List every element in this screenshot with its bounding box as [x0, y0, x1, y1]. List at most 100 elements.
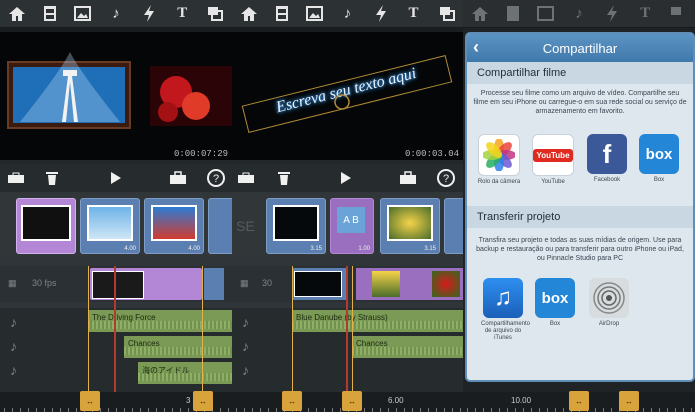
ruler-tick [675, 408, 676, 412]
music-note-icon: ♪ [10, 338, 17, 354]
music-icon[interactable]: ♪ [104, 3, 128, 25]
ruler-tick [188, 408, 189, 412]
ruler-tick [28, 408, 29, 412]
ruler-tick [412, 408, 413, 412]
audio-clip[interactable]: Chances [352, 336, 463, 358]
ruler-tick [276, 408, 277, 412]
toolbar-top: ♪ T [0, 0, 232, 28]
effects-icon[interactable] [369, 3, 393, 25]
play-icon[interactable] [106, 168, 126, 188]
title-thumbnail [294, 271, 342, 297]
trim-handle-left[interactable]: ↔ [282, 391, 302, 411]
transfer-box-button[interactable]: box Box [533, 278, 577, 328]
clip[interactable]: 4.00 [80, 198, 140, 254]
transfer-itunes-button[interactable]: ♫ Compartilhamento de arquivo do iTunes [481, 278, 530, 342]
clip[interactable]: 4.00 [144, 198, 204, 254]
transfer-airdrop-button[interactable]: AirDrop [587, 278, 631, 328]
toolbox-icon[interactable] [236, 168, 256, 188]
clip-thumbnail [21, 205, 71, 241]
toolbar-top: ♪ T [232, 0, 463, 28]
film-icon[interactable] [38, 3, 62, 25]
ruler-tick [531, 408, 532, 412]
clip-thumbnail [151, 205, 197, 241]
trash-icon[interactable] [42, 168, 62, 188]
trash-icon[interactable] [274, 168, 294, 188]
ruler-tick [164, 408, 165, 412]
ruler-tick [180, 408, 181, 412]
clip-duration: 3.15 [424, 246, 436, 252]
ruler-tick [444, 408, 445, 412]
trim-handle-right[interactable]: ↔ [193, 391, 213, 411]
overlay-icon[interactable] [435, 3, 459, 25]
ruler-tick [252, 408, 253, 412]
ruler-tick [52, 408, 53, 412]
home-icon[interactable] [5, 3, 29, 25]
ruler-label: 6.00 [388, 396, 404, 405]
edit-toolbar: ? [0, 164, 232, 192]
trim-handle-left[interactable]: ↔ [80, 391, 100, 411]
rotate-handle-icon[interactable] [332, 92, 352, 112]
title-icon[interactable]: T [402, 3, 426, 25]
ruler-tick [44, 408, 45, 412]
airdrop-icon [589, 278, 629, 318]
share-youtube-button[interactable]: YouTube YouTube [531, 134, 575, 186]
play-icon[interactable] [336, 168, 356, 188]
share-facebook-button[interactable]: f Facebook [585, 134, 629, 184]
clip[interactable]: 3.15 [380, 198, 440, 254]
playhead[interactable] [114, 266, 116, 392]
audio-title: The Driving Force [92, 313, 156, 322]
overlay-clip[interactable] [204, 268, 224, 300]
audio-clip[interactable]: 海のアイドル [138, 362, 232, 384]
facebook-logo-text: f [602, 138, 612, 169]
briefcase-icon[interactable] [398, 168, 418, 188]
ruler-label: 10.00 [511, 396, 532, 405]
ruler-tick [316, 408, 317, 412]
help-icon[interactable]: ? [206, 168, 226, 188]
ruler-tick [228, 408, 229, 412]
clip[interactable] [208, 198, 232, 254]
share-camera-roll-button[interactable]: Rolo da câmera [477, 134, 521, 186]
ruler-tick [116, 408, 117, 412]
overlay-clip[interactable] [90, 268, 202, 300]
ruler-tick [260, 408, 261, 412]
ruler-tick [667, 408, 668, 412]
audio-clip[interactable]: Blue Danube (by Strauss) [292, 310, 463, 332]
trim-handle-right[interactable]: ↔ [342, 391, 362, 411]
overlay-icon[interactable] [203, 3, 227, 25]
transition-clip[interactable]: A B 1.00 [330, 198, 374, 254]
clip-selected[interactable]: 3.15 [266, 198, 326, 254]
audio-title: Chances [356, 339, 388, 348]
audio-clip[interactable]: The Driving Force [88, 310, 232, 332]
effects-icon[interactable] [137, 3, 161, 25]
ruler-tick [132, 408, 133, 412]
ruler-tick [460, 408, 461, 412]
trim-line [352, 266, 353, 392]
briefcase-icon[interactable] [168, 168, 188, 188]
transition-label: A B [337, 207, 365, 233]
film-icon[interactable] [270, 3, 294, 25]
toolbox-icon[interactable] [6, 168, 26, 188]
overlay-icon [666, 3, 690, 25]
ruler-tick [611, 408, 612, 412]
photo-icon[interactable] [71, 3, 95, 25]
overlay-clip[interactable] [356, 268, 463, 300]
ruler-tick [148, 408, 149, 412]
video-track: 4.00 4.00 [0, 194, 232, 256]
home-icon[interactable] [237, 3, 261, 25]
photo-icon[interactable] [303, 3, 327, 25]
clip-selected[interactable] [16, 198, 76, 254]
box-icon: box [535, 278, 575, 318]
timecode: 0:00:03.04 [404, 149, 459, 159]
help-icon[interactable]: ? [436, 168, 456, 188]
playhead[interactable] [346, 266, 348, 392]
audio-clip[interactable]: Chances [124, 336, 232, 358]
title-clip[interactable] [292, 268, 346, 300]
back-arrow-icon[interactable]: ‹ [473, 37, 479, 58]
share-box-button[interactable]: box Box [637, 134, 681, 184]
youtube-logo-text: YouTube [533, 148, 573, 162]
ruler-tick [364, 408, 365, 412]
music-icon[interactable]: ♪ [336, 3, 360, 25]
clip[interactable] [444, 198, 463, 254]
ruler-tick [100, 408, 101, 412]
title-icon[interactable]: T [170, 3, 194, 25]
